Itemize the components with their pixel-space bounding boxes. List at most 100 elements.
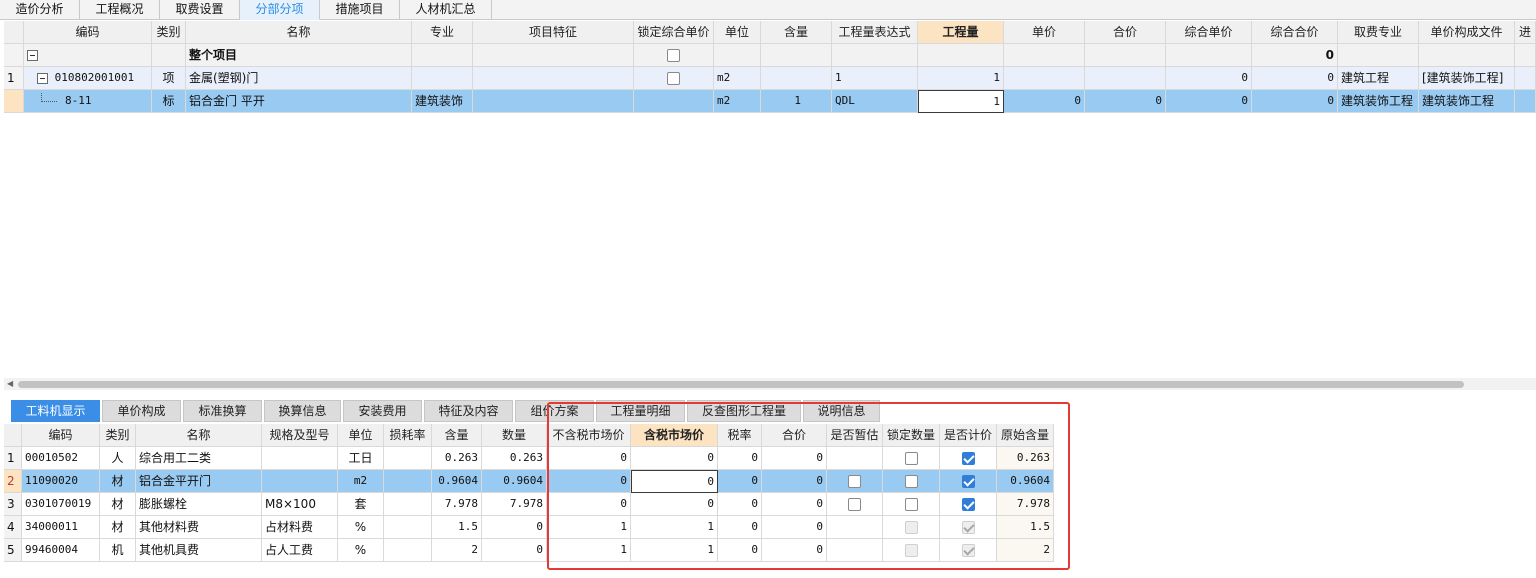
- item-name[interactable]: 金属(塑钢)门: [186, 67, 412, 90]
- res-amount[interactable]: 0: [762, 539, 827, 562]
- col-major[interactable]: 专业: [412, 21, 473, 44]
- col-price-ex-tax[interactable]: 不含税市场价: [547, 424, 631, 447]
- res-quantity[interactable]: 0.263: [482, 447, 547, 470]
- tab-features-content[interactable]: 特征及内容: [424, 400, 513, 422]
- res-quantity[interactable]: 7.978: [482, 493, 547, 516]
- tab-install-fee[interactable]: 安装费用: [343, 400, 422, 422]
- is-priced-checkbox[interactable]: [961, 475, 975, 488]
- col-original-content[interactable]: 原始含量: [997, 424, 1054, 447]
- item-comp-amount[interactable]: 0: [1252, 67, 1338, 90]
- tab-cost-analysis[interactable]: 造价分析: [0, 0, 80, 20]
- res-price-ex-tax[interactable]: 0: [547, 470, 631, 493]
- res-quantity[interactable]: 0: [482, 539, 547, 562]
- res-unit[interactable]: %: [338, 539, 384, 562]
- item-unit-price[interactable]: [1004, 67, 1085, 90]
- res-content[interactable]: 7.978: [432, 493, 482, 516]
- col-amount[interactable]: 合价: [762, 424, 827, 447]
- col-lock-qty[interactable]: 锁定数量: [883, 424, 940, 447]
- col-quantity[interactable]: 数量: [482, 424, 547, 447]
- col-name[interactable]: 名称: [136, 424, 262, 447]
- res-spec[interactable]: M8×100: [262, 493, 338, 516]
- item-fee-major[interactable]: 建筑工程: [1338, 67, 1419, 90]
- item-name[interactable]: 铝合金门 平开: [186, 90, 412, 113]
- col-content[interactable]: 含量: [432, 424, 482, 447]
- col-price-file[interactable]: 单价构成文件: [1419, 21, 1515, 44]
- res-unit[interactable]: %: [338, 516, 384, 539]
- res-code[interactable]: 00010502: [22, 447, 100, 470]
- lock-qty-checkbox[interactable]: [904, 498, 918, 511]
- is-priced-checkbox[interactable]: [961, 452, 975, 465]
- tab-price-composition[interactable]: 单价构成: [102, 400, 181, 422]
- res-tax-rate[interactable]: 0: [718, 447, 762, 470]
- is-estimate-checkbox[interactable]: [848, 498, 861, 511]
- res-spec[interactable]: [262, 470, 338, 493]
- item-feature[interactable]: [473, 67, 634, 90]
- res-tax-rate[interactable]: 0: [718, 493, 762, 516]
- col-tax-rate[interactable]: 税率: [718, 424, 762, 447]
- res-content[interactable]: 0.263: [432, 447, 482, 470]
- collapse-icon[interactable]: [27, 50, 38, 61]
- lock-qty-checkbox[interactable]: [904, 475, 918, 488]
- item-major[interactable]: 建筑装饰: [412, 90, 473, 113]
- col-more[interactable]: 进: [1515, 21, 1536, 44]
- tab-reverse-graphic-qty[interactable]: 反查图形工程量: [687, 400, 801, 422]
- item-unit[interactable]: m2: [714, 67, 761, 90]
- res-loss[interactable]: [384, 516, 432, 539]
- tab-description[interactable]: 说明信息: [803, 400, 880, 422]
- scrollbar-thumb[interactable]: [18, 381, 1464, 388]
- tab-conversion-info[interactable]: 换算信息: [264, 400, 341, 422]
- col-qty-expr[interactable]: 工程量表达式: [832, 21, 918, 44]
- item-content[interactable]: [761, 67, 832, 90]
- item-price-file[interactable]: [建筑装饰工程]: [1419, 67, 1515, 90]
- res-quantity[interactable]: 0.9604: [482, 470, 547, 493]
- res-tax-rate[interactable]: 0: [718, 470, 762, 493]
- item-unit-price[interactable]: 0: [1004, 90, 1085, 113]
- price-in-tax-edit-field[interactable]: 0: [631, 470, 718, 493]
- res-spec[interactable]: 占人工费: [262, 539, 338, 562]
- item-type[interactable]: 标: [152, 90, 186, 113]
- res-loss[interactable]: [384, 470, 432, 493]
- res-price-in-tax[interactable]: 1: [631, 516, 718, 539]
- res-tax-rate[interactable]: 0: [718, 516, 762, 539]
- col-quantity[interactable]: 工程量: [918, 21, 1004, 44]
- res-type[interactable]: 机: [100, 539, 136, 562]
- item-amount[interactable]: [1085, 67, 1166, 90]
- is-estimate-checkbox[interactable]: [848, 475, 861, 488]
- res-name[interactable]: 其他材料费: [136, 516, 262, 539]
- res-price-ex-tax[interactable]: 0: [547, 493, 631, 516]
- col-unit[interactable]: 单位: [714, 21, 761, 44]
- tab-labor-material-summary[interactable]: 人材机汇总: [400, 0, 492, 20]
- col-spec[interactable]: 规格及型号: [262, 424, 338, 447]
- tab-standard-conversion[interactable]: 标准换算: [183, 400, 262, 422]
- res-amount[interactable]: 0: [762, 493, 827, 516]
- res-amount[interactable]: 0: [762, 516, 827, 539]
- res-content[interactable]: 2: [432, 539, 482, 562]
- lock-qty-checkbox[interactable]: [904, 452, 918, 465]
- res-price-in-tax[interactable]: 1: [631, 539, 718, 562]
- res-name[interactable]: 铝合金平开门: [136, 470, 262, 493]
- item-code[interactable]: 8-11: [24, 90, 152, 113]
- col-unit[interactable]: 单位: [338, 424, 384, 447]
- res-price-ex-tax[interactable]: 1: [547, 516, 631, 539]
- item-fee-major[interactable]: 建筑装饰工程: [1338, 90, 1419, 113]
- item-unit[interactable]: m2: [714, 90, 761, 113]
- col-code[interactable]: 编码: [24, 21, 152, 44]
- res-code[interactable]: 11090020: [22, 470, 100, 493]
- col-name[interactable]: 名称: [186, 21, 412, 44]
- quantity-edit-field[interactable]: 1: [918, 90, 1004, 113]
- res-tax-rate[interactable]: 0: [718, 539, 762, 562]
- col-comp-amount[interactable]: 综合合价: [1252, 21, 1338, 44]
- tab-pricing-scheme[interactable]: 组价方案: [515, 400, 594, 422]
- item-major[interactable]: [412, 67, 473, 90]
- is-priced-checkbox[interactable]: [961, 498, 975, 511]
- res-loss[interactable]: [384, 539, 432, 562]
- col-price-in-tax[interactable]: 含税市场价: [631, 424, 718, 447]
- tab-quantity-detail[interactable]: 工程量明细: [596, 400, 685, 422]
- res-code[interactable]: 34000011: [22, 516, 100, 539]
- lock-price-checkbox[interactable]: [667, 49, 680, 62]
- col-code[interactable]: 编码: [22, 424, 100, 447]
- lock-price-checkbox[interactable]: [667, 72, 680, 85]
- col-type[interactable]: 类别: [152, 21, 186, 44]
- horizontal-scrollbar[interactable]: ◀: [4, 378, 1536, 390]
- res-type[interactable]: 材: [100, 516, 136, 539]
